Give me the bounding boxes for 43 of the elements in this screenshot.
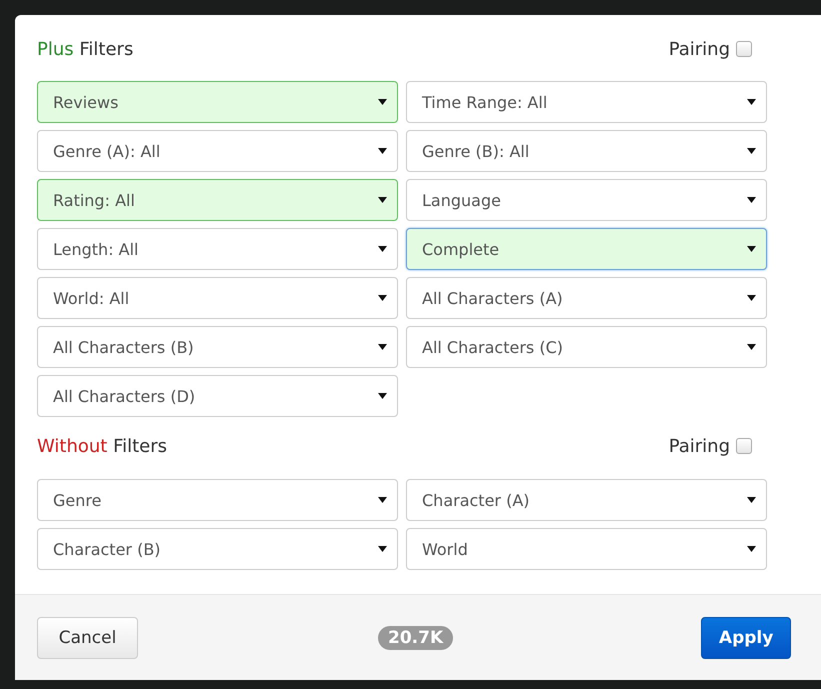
apply-button[interactable]: Apply: [701, 616, 792, 658]
caret-icon: [378, 148, 387, 154]
filter-dropdown[interactable]: All Characters (B): [37, 326, 398, 368]
filter-dropdown[interactable]: Genre (B): All: [406, 130, 767, 172]
caret-icon: [747, 246, 756, 252]
filter-dropdown[interactable]: Complete: [406, 228, 767, 270]
cancel-button[interactable]: Cancel: [37, 616, 138, 658]
section-title: Plus Filters: [37, 38, 134, 60]
filter-dropdown[interactable]: Length: All: [37, 228, 398, 270]
pairing-label: Pairing: [668, 38, 730, 60]
filter-dropdown[interactable]: Language: [406, 179, 767, 221]
caret-icon: [378, 497, 387, 503]
section-title: Without Filters: [37, 436, 168, 456]
caret-icon: [747, 148, 756, 154]
filter-dropdown[interactable]: Time Range: All: [406, 81, 767, 123]
caret-icon: [378, 393, 387, 399]
filter-dropdown[interactable]: Genre: [37, 479, 398, 521]
filter-dropdown[interactable]: World: All: [37, 277, 398, 319]
filter-dropdown[interactable]: Reviews: [37, 81, 398, 123]
caret-icon: [378, 344, 387, 350]
filter-dropdown[interactable]: Character (A): [406, 479, 767, 521]
caret-icon: [747, 99, 756, 105]
caret-icon: [747, 497, 756, 503]
filter-dropdown[interactable]: All Characters (D): [37, 375, 398, 417]
filter-dropdown[interactable]: Rating: All: [37, 179, 398, 221]
caret-icon: [378, 246, 387, 252]
filter-dropdown[interactable]: Character (B): [37, 528, 398, 570]
filter-dropdown[interactable]: All Characters (C): [406, 326, 767, 368]
caret-icon: [378, 99, 387, 105]
caret-icon: [747, 197, 756, 203]
pairing-checkbox[interactable]: [736, 41, 752, 57]
filter-dropdown[interactable]: Genre (A): All: [37, 130, 398, 172]
caret-icon: [747, 344, 756, 350]
caret-icon: [747, 295, 756, 301]
result-count: 20.7K: [378, 626, 454, 650]
caret-icon: [747, 546, 756, 552]
caret-icon: [378, 295, 387, 301]
caret-icon: [378, 546, 387, 552]
pairing-label: Pairing: [668, 436, 730, 456]
filter-dropdown[interactable]: All Characters (A): [406, 277, 767, 319]
pairing-checkbox[interactable]: [736, 438, 752, 454]
caret-icon: [378, 197, 387, 203]
filter-dropdown[interactable]: World: [406, 528, 767, 570]
